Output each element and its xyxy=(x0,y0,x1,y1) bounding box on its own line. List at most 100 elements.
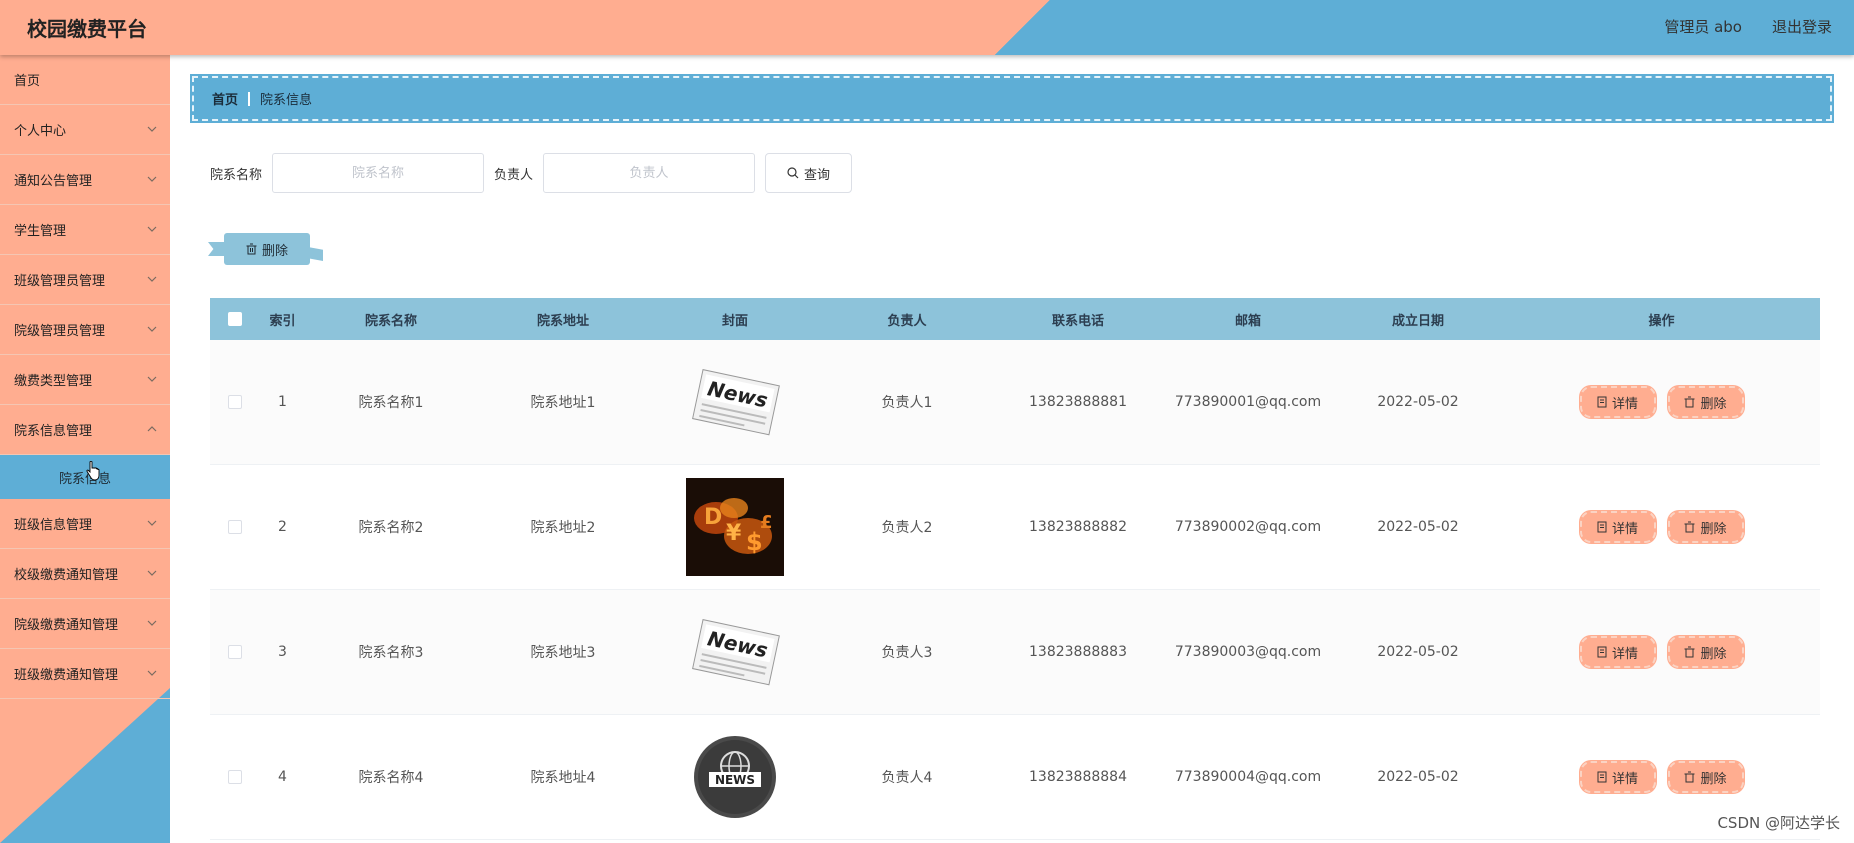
sidebar-corner-decoration xyxy=(0,688,170,843)
column-header-owner: 负责人 xyxy=(887,313,927,329)
sidebar-item-home[interactable]: 首页 xyxy=(0,55,170,105)
cell-email: 773890004@qq.com xyxy=(1174,769,1322,785)
app-title: 校园缴费平台 xyxy=(27,17,147,41)
cell-date: 2022-05-02 xyxy=(1377,644,1459,660)
delete-button-label: 删除 xyxy=(1700,646,1727,662)
name-search-label: 院系名称 xyxy=(210,167,263,183)
detail-button-label: 详情 xyxy=(1611,521,1638,537)
search-icon xyxy=(787,167,799,179)
delete-button[interactable]: 删除 xyxy=(1666,760,1745,794)
admin-user-label: 管理员 abo xyxy=(1664,18,1742,36)
cell-email: 773890002@qq.com xyxy=(1174,519,1322,535)
sidebar-item-notice[interactable]: 通知公告管理 xyxy=(0,155,170,205)
table-row: 1 院系名称1 院系地址1 News 负责人1 13823888881 7738… xyxy=(210,340,1820,465)
chevron-down-icon xyxy=(147,226,157,232)
cell-phone: 13823888881 xyxy=(1029,394,1127,410)
owner-search-input[interactable] xyxy=(543,153,756,193)
sidebar-item-label: 学生管理 xyxy=(14,224,67,239)
main-content: 首页 院系信息 院系名称 负责人 查询 删除 索引 院系名称 院系地址 封面 负… xyxy=(170,55,1854,843)
chevron-down-icon xyxy=(147,620,157,626)
chevron-down-icon xyxy=(147,520,157,526)
cell-cover: D ¥ $ £ xyxy=(649,478,821,576)
cell-phone: 13823888884 xyxy=(1029,769,1127,785)
breadcrumb-home[interactable]: 首页 xyxy=(212,89,238,108)
detail-button[interactable]: 详情 xyxy=(1578,385,1657,419)
cell-ops: 详情 删除 xyxy=(1503,510,1820,544)
cell-address: 院系地址4 xyxy=(530,770,596,786)
cell-address: 院系地址2 xyxy=(530,520,596,536)
sidebar-item-department-info[interactable]: 院系信息管理 xyxy=(0,405,170,455)
cell-index: 4 xyxy=(278,769,287,785)
cell-phone: 13823888882 xyxy=(1029,519,1127,535)
chevron-down-icon xyxy=(147,276,157,282)
sidebar-item-label: 班级管理员管理 xyxy=(14,274,106,289)
column-header-phone: 联系电话 xyxy=(1051,313,1104,329)
trash-icon xyxy=(1684,771,1695,783)
sidebar-item-label: 班级缴费通知管理 xyxy=(14,668,119,683)
batch-delete-button[interactable]: 删除 xyxy=(208,228,323,266)
sidebar: 首页 个人中心 通知公告管理 学生管理 班级管理员管理 院级管理员管理 缴费类型… xyxy=(0,55,170,843)
search-button[interactable]: 查询 xyxy=(765,153,853,193)
delete-button[interactable]: 删除 xyxy=(1666,510,1745,544)
sidebar-item-label: 院级缴费通知管理 xyxy=(14,618,119,633)
name-search-input[interactable] xyxy=(272,153,485,193)
ribbon-right-decoration xyxy=(308,247,323,261)
sidebar-item-students[interactable]: 学生管理 xyxy=(0,205,170,255)
search-bar: 院系名称 负责人 查询 xyxy=(210,153,853,193)
sidebar-item-class-info[interactable]: 班级信息管理 xyxy=(0,499,170,549)
delete-button[interactable]: 删除 xyxy=(1666,385,1745,419)
svg-text:£: £ xyxy=(760,512,773,533)
row-checkbox[interactable] xyxy=(228,645,242,659)
trash-icon xyxy=(1684,646,1695,658)
sidebar-item-class-fee-notice[interactable]: 班级缴费通知管理 xyxy=(0,649,170,699)
cell-address: 院系地址1 xyxy=(530,395,596,411)
select-all-checkbox[interactable] xyxy=(228,312,242,326)
chevron-down-icon xyxy=(147,126,157,132)
delete-button[interactable]: 删除 xyxy=(1666,635,1745,669)
document-icon xyxy=(1597,521,1607,533)
chevron-down-icon xyxy=(147,570,157,576)
search-button-label: 查询 xyxy=(804,167,831,183)
cell-name: 院系名称3 xyxy=(358,645,424,661)
table-row: 4 院系名称4 院系地址4 NEWS 负责人4 13823888884 7738… xyxy=(210,715,1820,840)
sidebar-item-class-admin[interactable]: 班级管理员管理 xyxy=(0,255,170,305)
sidebar-item-label: 班级信息管理 xyxy=(14,518,93,533)
chevron-up-icon xyxy=(147,426,157,432)
batch-delete-button-body: 删除 xyxy=(224,233,310,265)
news-globe-image: NEWS xyxy=(686,728,784,826)
cell-cover: News xyxy=(649,353,821,451)
cell-cover: News xyxy=(649,603,821,701)
cell-date: 2022-05-02 xyxy=(1377,394,1459,410)
column-header-cover: 封面 xyxy=(721,313,748,329)
row-checkbox[interactable] xyxy=(228,520,242,534)
row-checkbox-cell xyxy=(210,770,260,784)
cell-ops: 详情 删除 xyxy=(1503,635,1820,669)
sidebar-item-fee-types[interactable]: 缴费类型管理 xyxy=(0,355,170,405)
sidebar-item-label: 缴费类型管理 xyxy=(14,374,93,389)
row-checkbox[interactable] xyxy=(228,770,242,784)
detail-button-label: 详情 xyxy=(1611,646,1638,662)
cell-index: 2 xyxy=(278,519,287,535)
detail-button[interactable]: 详情 xyxy=(1578,635,1657,669)
delete-button-label: 删除 xyxy=(1700,521,1727,537)
document-icon xyxy=(1597,396,1607,408)
sidebar-subitem-department-info[interactable]: 院系信息 xyxy=(0,455,170,499)
chevron-down-icon xyxy=(147,326,157,332)
sidebar-item-college-fee-notice[interactable]: 院级缴费通知管理 xyxy=(0,599,170,649)
logout-link[interactable]: 退出登录 xyxy=(1772,16,1832,37)
detail-button[interactable]: 详情 xyxy=(1578,510,1657,544)
sidebar-item-college-admin[interactable]: 院级管理员管理 xyxy=(0,305,170,355)
row-checkbox[interactable] xyxy=(228,395,242,409)
detail-button[interactable]: 详情 xyxy=(1578,760,1657,794)
delete-button-label: 删除 xyxy=(1700,396,1727,412)
table-row: 3 院系名称3 院系地址3 News 负责人3 13823888883 7738… xyxy=(210,590,1820,715)
sidebar-item-label: 校级缴费通知管理 xyxy=(14,568,119,583)
batch-delete-label: 删除 xyxy=(261,243,288,259)
column-header-index: 索引 xyxy=(269,313,296,329)
row-checkbox-cell xyxy=(210,645,260,659)
sidebar-item-personal-center[interactable]: 个人中心 xyxy=(0,105,170,155)
news-paper-image: News xyxy=(686,603,784,701)
sidebar-subitem-label: 院系信息 xyxy=(58,471,111,487)
document-icon xyxy=(1597,771,1607,783)
sidebar-item-school-fee-notice[interactable]: 校级缴费通知管理 xyxy=(0,549,170,599)
